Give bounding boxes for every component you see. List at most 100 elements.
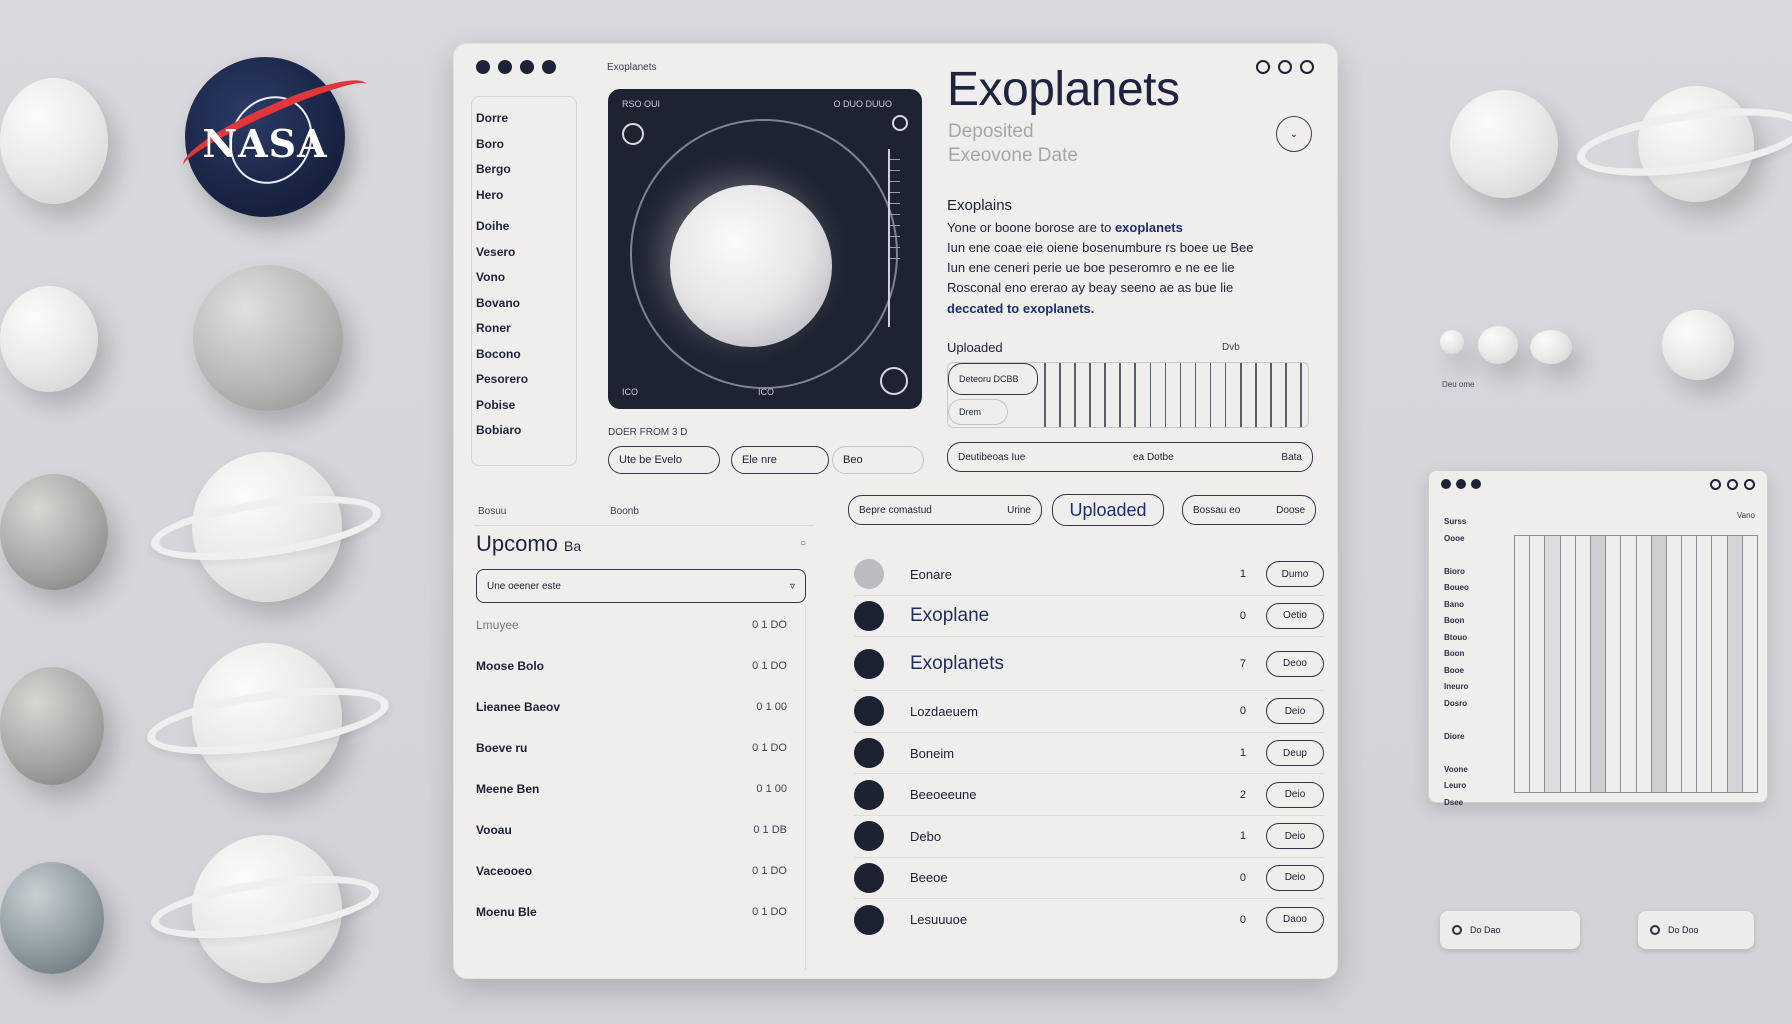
action-button[interactable]: Daoo [1266, 906, 1324, 933]
action-button[interactable]: Deio [1266, 823, 1324, 850]
search-input[interactable]: Une oeener este ▿ [476, 569, 806, 603]
minimize-dot[interactable] [1456, 479, 1466, 489]
action-button[interactable]: Deio [1266, 781, 1324, 808]
list-item[interactable]: Beeoeeune 2 Deio [854, 774, 1324, 816]
viewer-caption: DOER FROM 3 D [608, 427, 688, 438]
sidebar-item[interactable]: Dorre [472, 111, 576, 137]
upload-chip[interactable]: Drem [948, 399, 1008, 425]
sidebar-item[interactable]: Vono [472, 270, 576, 296]
upload-dropzone[interactable]: Deteoru DCBB Drem [947, 362, 1309, 428]
tab-label[interactable]: Bosuu [478, 506, 506, 517]
sidebar-item[interactable]: Roner [472, 321, 576, 347]
planet-viewer[interactable]: RSO OUI O DUO DUUO ICO ICO [608, 89, 922, 409]
close-dot[interactable] [476, 60, 490, 74]
sidebar-item[interactable]: Doihe [472, 219, 576, 245]
list-item[interactable]: Vaceooeo 0 1 DO [476, 850, 805, 891]
action-button[interactable]: Deio [1266, 864, 1324, 891]
action-button[interactable]: Deoo [1266, 650, 1324, 677]
toggle-knob [1650, 925, 1660, 935]
sidebar-item[interactable]: Boro [472, 137, 576, 163]
list-item[interactable]: Moose Bolo 0 1 DO [476, 645, 805, 686]
action-button[interactable]: Dumo [1266, 561, 1324, 588]
list-item[interactable]: Exoplanets 7 Deoo [854, 637, 1324, 692]
viewer-button[interactable]: Beo [832, 446, 924, 474]
toggle-control[interactable]: Do Doo [1638, 911, 1754, 949]
sidebar-item[interactable]: Bergo [472, 162, 576, 188]
planet-icon [1450, 90, 1558, 198]
planet-icon [1440, 330, 1464, 354]
list-item[interactable]: Moenu Ble 0 1 DO [476, 891, 805, 932]
list-item[interactable]: Lieanee Baeov 0 1 00 [476, 686, 805, 727]
mini-grid [1514, 535, 1758, 793]
sidebar-item[interactable]: Pesorero [472, 372, 576, 398]
window-right-controls [1710, 479, 1755, 490]
planet-icon [0, 286, 98, 392]
action-button[interactable]: Oetio [1266, 602, 1324, 629]
description-heading: Exoplains [947, 197, 1013, 214]
target-icon[interactable] [892, 115, 908, 131]
list-item[interactable]: Eonare 1 Dumo [854, 554, 1324, 596]
settings-icon[interactable] [1256, 60, 1270, 74]
help-icon[interactable] [1744, 479, 1755, 490]
action-button[interactable]: Deio [1266, 698, 1324, 725]
list-item[interactable]: Meene Ben 0 1 00 [476, 768, 805, 809]
sidebar-item[interactable]: Bovano [472, 296, 576, 322]
sidebar-item[interactable]: Pobise [472, 398, 576, 424]
zoom-slider[interactable] [888, 149, 906, 327]
list-item[interactable]: Boneim 1 Deup [854, 733, 1324, 775]
info-icon[interactable] [1727, 479, 1738, 490]
uploaded-button[interactable]: Uploaded [1052, 494, 1164, 526]
planet-icon [854, 696, 884, 727]
list-item[interactable]: Exoplane 0 Oetio [854, 596, 1324, 638]
sidebar-item[interactable]: Bocono [472, 347, 576, 373]
maximize-dot[interactable] [520, 60, 534, 74]
chevron-down-icon[interactable]: ▿ [790, 581, 795, 592]
help-icon[interactable] [1300, 60, 1314, 74]
extra-dot[interactable] [542, 60, 556, 74]
planet-icon [854, 738, 884, 769]
viewer-button[interactable]: Ute be Evelo [608, 446, 720, 474]
list-item[interactable]: Lesuuuoe 0 Daoo [854, 899, 1324, 941]
list-item[interactable]: Lmuyee 0 1 DO [476, 604, 805, 645]
secondary-window: Vano Surss Oooe Bioro Boueo Bano Boon Bt… [1428, 470, 1768, 807]
viewer-label: ICO [758, 387, 775, 397]
chevron-down-icon[interactable]: ⌄ [1276, 116, 1312, 152]
settings-icon[interactable] [1710, 479, 1721, 490]
viewer-button[interactable]: Ele nre [731, 446, 829, 474]
sidebar-item[interactable]: Bobiaro [472, 423, 576, 449]
list-item[interactable]: Beeoe 0 Deio [854, 858, 1324, 900]
tab-label[interactable]: Boonb [610, 506, 639, 517]
planet-icon [1530, 330, 1572, 364]
close-dot[interactable] [1441, 479, 1451, 489]
list-item[interactable]: Debo 1 Deio [854, 816, 1324, 858]
breadcrumb: Exoplanets [607, 62, 657, 73]
viewer-label: O DUO DUUO [833, 99, 893, 109]
list-item[interactable]: Boeve ru 0 1 DO [476, 727, 805, 768]
viewer-label: ICO [622, 387, 639, 397]
minimize-dot[interactable] [498, 60, 512, 74]
target-icon[interactable] [622, 123, 644, 145]
viewer-label: RSO OUI [622, 99, 661, 109]
action-button[interactable]: Deup [1266, 740, 1324, 767]
info-icon[interactable] [1278, 60, 1292, 74]
planet-icon [854, 779, 884, 810]
exoplanet-list: Eonare 1 Dumo Exoplane 0 Oetio Exoplanets 7 De… [854, 554, 1324, 941]
planet-icon [0, 78, 108, 204]
upload-chip[interactable]: Deteoru DCBB [948, 363, 1038, 395]
list-item[interactable]: Vooau 0 1 DB [476, 809, 805, 850]
list-item[interactable]: Lozdaeuem 0 Deio [854, 691, 1324, 733]
data-source-field[interactable]: Deutibeoas Iue ea Dotbe Bata [947, 442, 1313, 472]
maximize-dot[interactable] [1471, 479, 1481, 489]
window-controls [476, 60, 556, 74]
sidebar-item[interactable]: Hero [472, 188, 576, 214]
planet-icon [193, 265, 343, 411]
planet-icon [854, 600, 884, 631]
tab-bar: Bosuu Boonb [474, 500, 814, 526]
camera-icon[interactable] [880, 367, 908, 395]
planet-icon [854, 559, 884, 590]
sidebar-item[interactable]: Vesero [472, 245, 576, 271]
filter-field[interactable]: Bepre comastud Urine [848, 495, 1042, 525]
sort-field[interactable]: Bossau eo Doose [1182, 495, 1316, 525]
toggle-control[interactable]: Do Dao [1440, 911, 1580, 949]
circle-icon[interactable]: ○ [800, 538, 806, 549]
